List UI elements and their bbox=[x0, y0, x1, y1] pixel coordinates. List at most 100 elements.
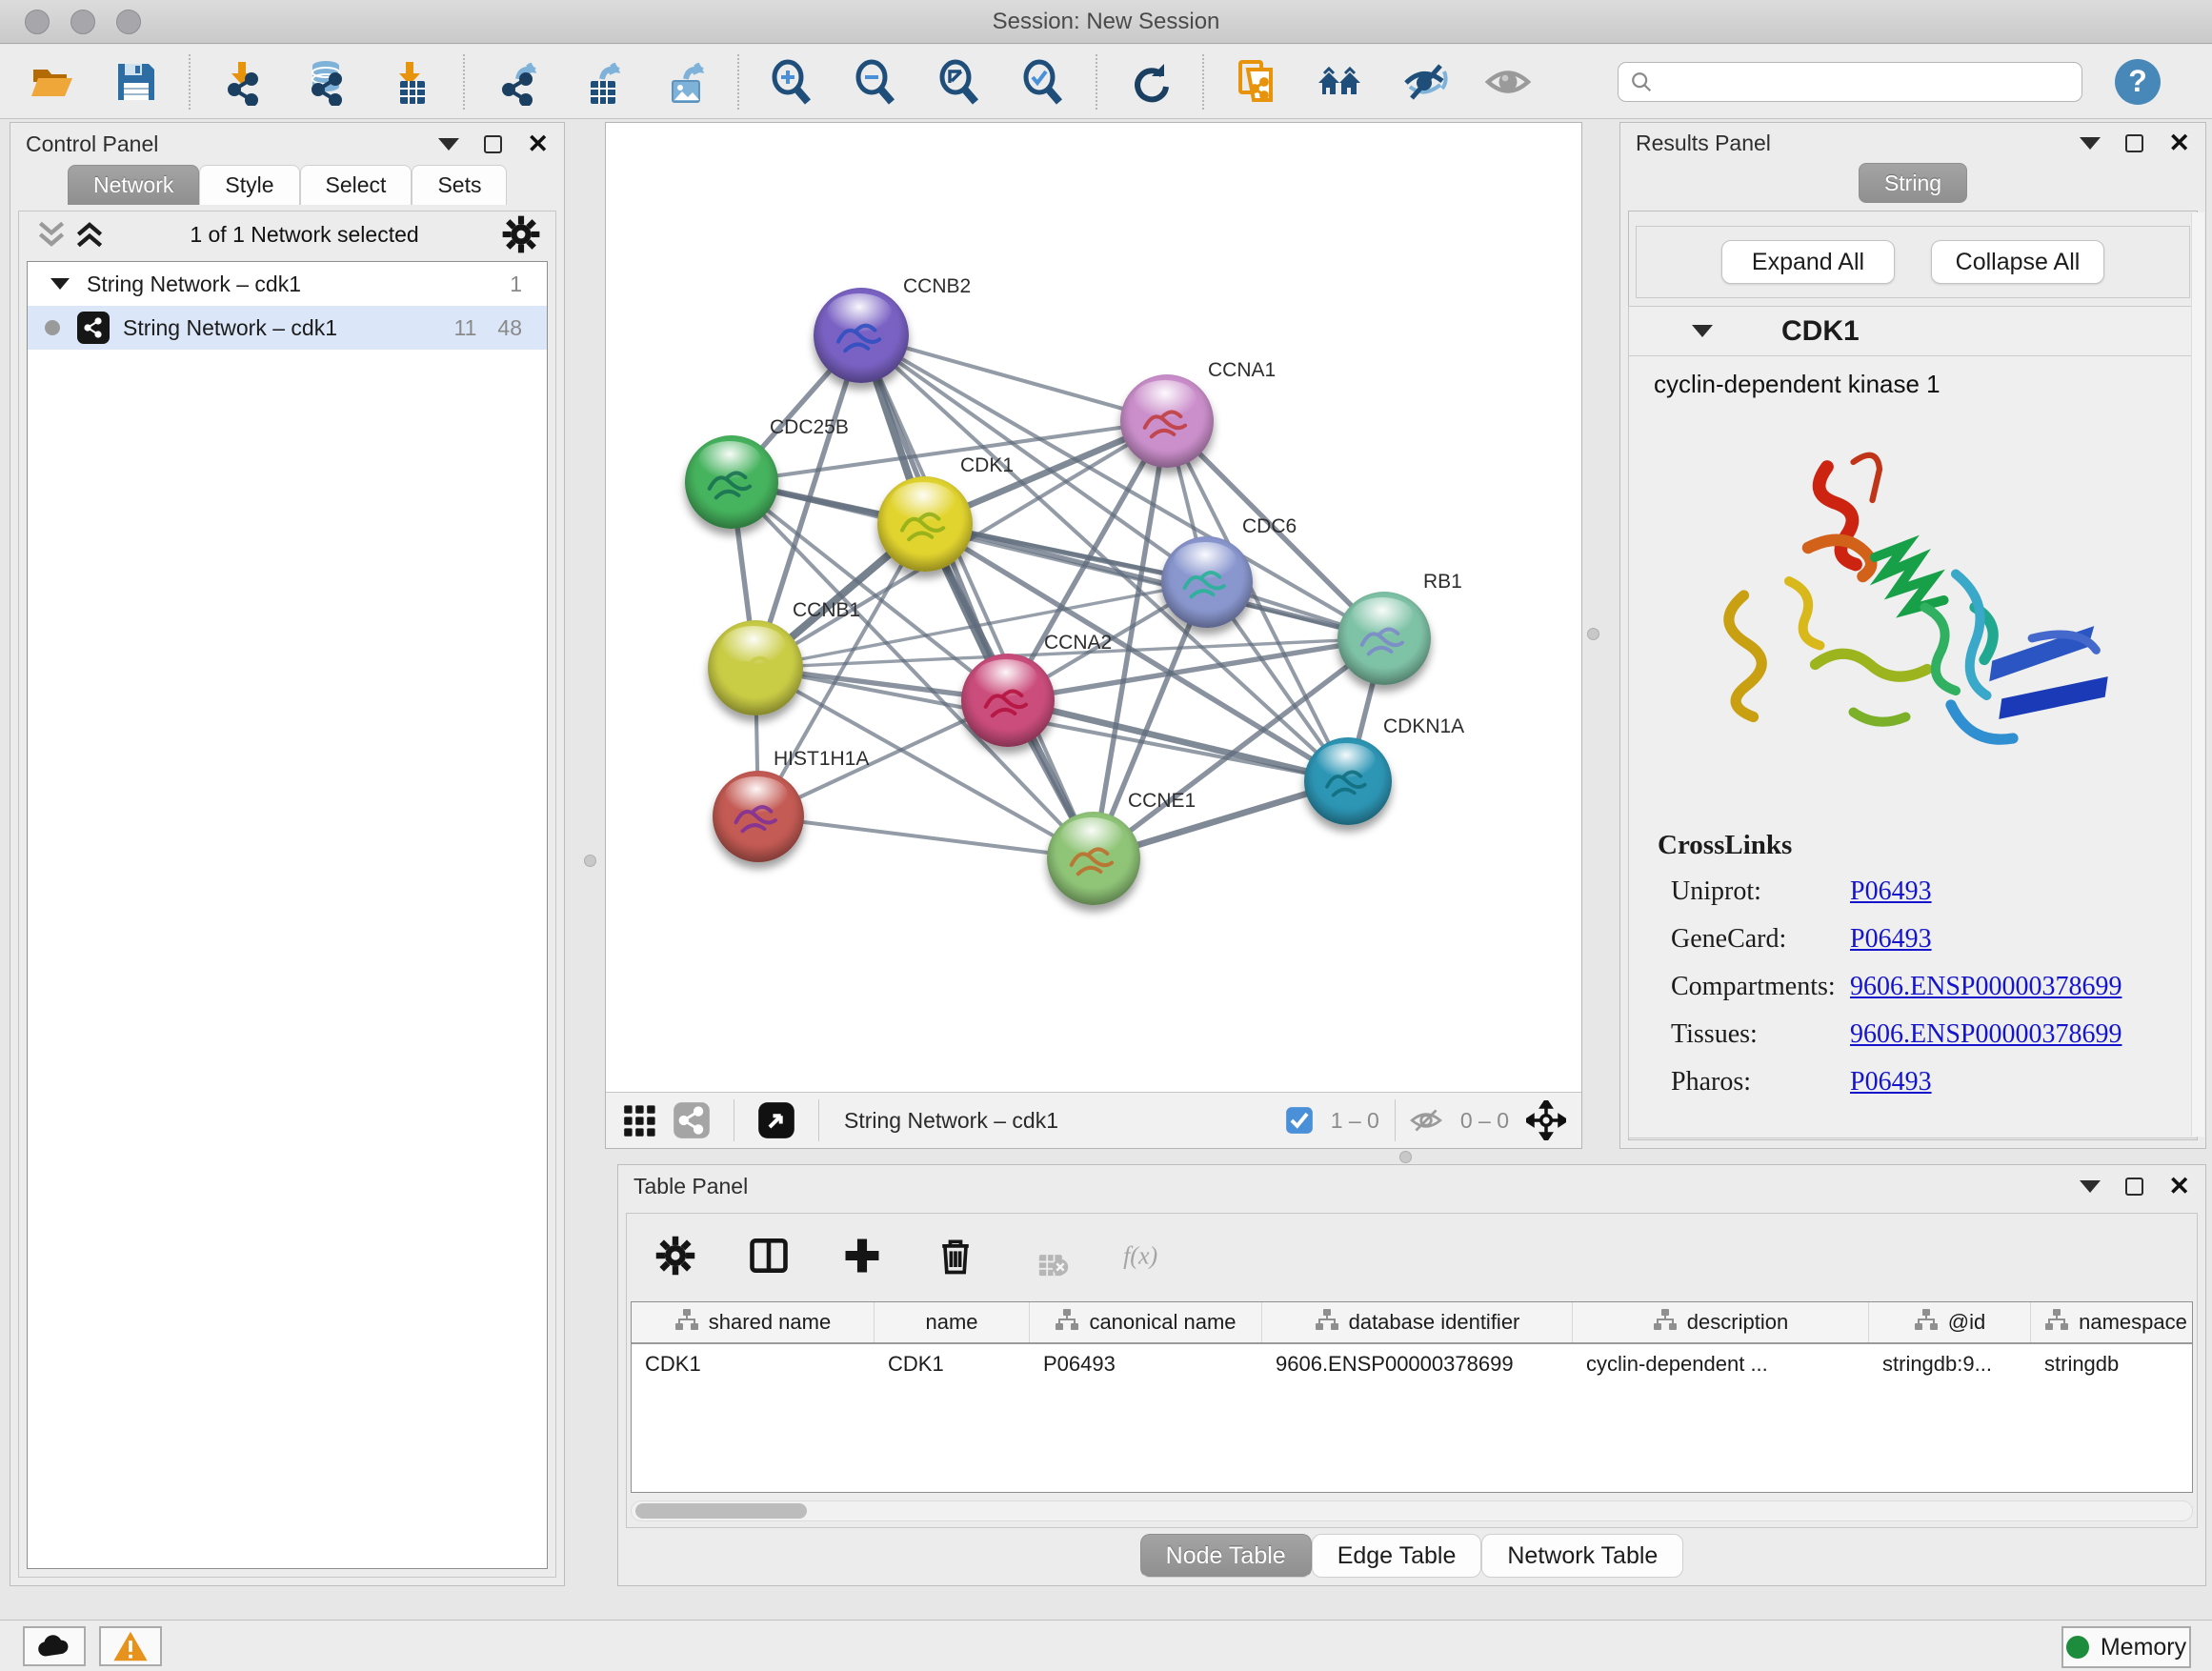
crosslink-link[interactable]: 9606.ENSP00000378699 bbox=[1850, 1019, 2122, 1050]
table-cell[interactable]: stringdb bbox=[2031, 1344, 2193, 1384]
gene-entry-header[interactable]: CDK1 bbox=[1629, 307, 2197, 356]
export-network-button[interactable] bbox=[492, 56, 543, 108]
function-builder-button: f(x) bbox=[1116, 1230, 1168, 1281]
bottom-splitter-handle[interactable] bbox=[1399, 1151, 1412, 1163]
export-image-button[interactable] bbox=[659, 56, 711, 108]
table-settings-button[interactable] bbox=[650, 1230, 701, 1281]
memory-button[interactable]: Memory bbox=[2061, 1626, 2191, 1668]
grid-view-icon[interactable] bbox=[623, 1103, 657, 1137]
open-session-button[interactable] bbox=[27, 56, 78, 108]
tab-sets[interactable]: Sets bbox=[412, 165, 507, 205]
control-panel-close-icon[interactable]: ✕ bbox=[527, 131, 549, 157]
network-node-CCNE1[interactable] bbox=[1047, 812, 1140, 905]
tab-edge-table[interactable]: Edge Table bbox=[1312, 1534, 1482, 1578]
table-horizontal-scrollbar[interactable] bbox=[631, 1500, 2193, 1521]
table-cell[interactable]: stringdb:9... bbox=[1869, 1344, 2031, 1384]
tab-node-table[interactable]: Node Table bbox=[1140, 1534, 1312, 1578]
network-row[interactable]: String Network – cdk1 11 48 bbox=[28, 306, 547, 350]
show-all-button[interactable] bbox=[1482, 56, 1534, 108]
collapse-all-button[interactable]: Collapse All bbox=[1931, 240, 2104, 284]
column-header-description[interactable]: description bbox=[1573, 1302, 1869, 1342]
table-cell[interactable]: 9606.ENSP00000378699 bbox=[1262, 1344, 1573, 1384]
network-node-HIST1H1A[interactable] bbox=[713, 771, 804, 862]
search-box[interactable] bbox=[1618, 62, 2082, 102]
results-panel-scrollbar[interactable] bbox=[2191, 212, 2204, 1137]
zoom-fit-button[interactable] bbox=[934, 56, 985, 108]
column-header--id[interactable]: @id bbox=[1869, 1302, 2031, 1342]
results-panel-close-icon[interactable]: ✕ bbox=[2168, 131, 2190, 156]
table-panel-float-icon[interactable] bbox=[2125, 1178, 2143, 1196]
network-node-CCNB1[interactable] bbox=[708, 620, 803, 715]
help-button[interactable]: ? bbox=[2115, 59, 2161, 105]
column-header-name[interactable]: name bbox=[875, 1302, 1030, 1342]
expand-all-networks-icon[interactable] bbox=[70, 215, 109, 253]
table-cell[interactable]: CDK1 bbox=[875, 1344, 1030, 1384]
create-column-button[interactable] bbox=[836, 1230, 888, 1281]
crosslink-link[interactable]: 9606.ENSP00000378699 bbox=[1850, 972, 2122, 1002]
import-network-file-button[interactable] bbox=[217, 56, 269, 108]
network-collection-row[interactable]: String Network – cdk1 1 bbox=[28, 262, 547, 306]
table-cell[interactable]: P06493 bbox=[1030, 1344, 1262, 1384]
zoom-selected-button[interactable] bbox=[1017, 56, 1069, 108]
tab-style[interactable]: Style bbox=[199, 165, 299, 205]
apply-layout-button[interactable] bbox=[1124, 56, 1176, 108]
column-header-canonical-name[interactable]: canonical name bbox=[1030, 1302, 1262, 1342]
table-row[interactable]: CDK1CDK1P064939606.ENSP00000378699cyclin… bbox=[632, 1344, 2192, 1384]
table-cell[interactable]: CDK1 bbox=[632, 1344, 875, 1384]
first-neighbors-button[interactable] bbox=[1315, 56, 1366, 108]
crosslink-link[interactable]: P06493 bbox=[1850, 924, 1932, 955]
crosslink-link[interactable]: P06493 bbox=[1850, 876, 1932, 907]
network-node-CDC25B[interactable] bbox=[685, 435, 778, 529]
network-share-view-icon[interactable] bbox=[673, 1101, 711, 1139]
expand-all-button[interactable]: Expand All bbox=[1721, 240, 1895, 284]
clone-network-button[interactable] bbox=[1231, 56, 1282, 108]
network-canvas[interactable]: CCNB2CCNA1CDC25BCDK1CDC6RB1CCNB1CCNA2CDK… bbox=[606, 123, 1581, 1092]
control-panel-float-icon[interactable] bbox=[484, 135, 502, 153]
tab-select[interactable]: Select bbox=[300, 165, 412, 205]
tab-string[interactable]: String bbox=[1859, 163, 1967, 203]
right-splitter-handle[interactable] bbox=[1587, 628, 1599, 640]
show-columns-button[interactable] bbox=[743, 1230, 794, 1281]
network-node-RB1[interactable] bbox=[1337, 592, 1431, 685]
zoom-in-button[interactable] bbox=[766, 56, 817, 108]
table-cell[interactable]: cyclin-dependent ... bbox=[1573, 1344, 1869, 1384]
network-node-CCNA1[interactable] bbox=[1120, 374, 1214, 468]
save-session-button[interactable] bbox=[111, 56, 162, 108]
column-header-database-identifier[interactable]: database identifier bbox=[1262, 1302, 1573, 1342]
control-panel-menu-icon[interactable] bbox=[438, 138, 459, 151]
warning-status-button[interactable] bbox=[99, 1626, 162, 1666]
crosslink-link[interactable]: P06493 bbox=[1850, 1067, 1932, 1097]
collapse-all-networks-icon[interactable] bbox=[32, 215, 70, 253]
network-edge[interactable] bbox=[861, 335, 1094, 858]
cloud-status-button[interactable] bbox=[23, 1626, 86, 1666]
tab-network-table[interactable]: Network Table bbox=[1481, 1534, 1683, 1578]
network-node-CDC6[interactable] bbox=[1161, 536, 1253, 628]
collection-caret-icon[interactable] bbox=[50, 278, 70, 290]
results-panel-menu-icon[interactable] bbox=[2080, 137, 2101, 150]
pan-crosshair-icon[interactable] bbox=[1526, 1100, 1566, 1140]
left-splitter-handle[interactable] bbox=[584, 855, 596, 867]
column-header-shared-name[interactable]: shared name bbox=[632, 1302, 875, 1342]
network-node-CDK1[interactable] bbox=[877, 476, 973, 572]
network-node-CCNA2[interactable] bbox=[961, 654, 1055, 747]
export-table-button[interactable] bbox=[575, 56, 627, 108]
birds-eye-view-icon[interactable] bbox=[757, 1101, 795, 1139]
network-node-CDKN1A[interactable] bbox=[1304, 737, 1392, 825]
table-panel-menu-icon[interactable] bbox=[2080, 1180, 2101, 1193]
network-node-CCNB2[interactable] bbox=[814, 288, 909, 383]
zoom-out-button[interactable] bbox=[850, 56, 901, 108]
import-table-file-button[interactable] bbox=[385, 56, 436, 108]
table-scrollbar-thumb[interactable] bbox=[635, 1503, 807, 1519]
network-options-gear-icon[interactable] bbox=[500, 213, 542, 255]
hide-selected-button[interactable] bbox=[1398, 56, 1450, 108]
network-edge[interactable] bbox=[758, 816, 1094, 858]
column-header-namespace[interactable]: namespace bbox=[2031, 1302, 2193, 1342]
table-panel-close-icon[interactable]: ✕ bbox=[2168, 1174, 2190, 1199]
tab-network[interactable]: Network bbox=[68, 165, 199, 205]
import-network-database-button[interactable] bbox=[301, 56, 352, 108]
gene-entry-caret-icon[interactable] bbox=[1692, 325, 1713, 337]
search-input[interactable] bbox=[1662, 70, 2070, 94]
selected-checkbox-icon[interactable] bbox=[1285, 1106, 1314, 1135]
results-panel-float-icon[interactable] bbox=[2125, 134, 2143, 152]
delete-column-button[interactable] bbox=[930, 1230, 981, 1281]
